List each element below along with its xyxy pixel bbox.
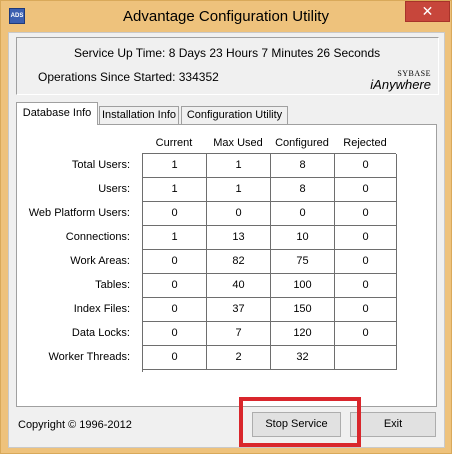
table-cell: 0 (143, 346, 207, 370)
row-label: Data Locks: (71, 327, 130, 339)
table-cell: 0 (143, 202, 207, 226)
table-cell: 0 (335, 202, 397, 226)
sybase-logo: SYBASE iAnywhere (367, 69, 437, 95)
tab-installation-info[interactable]: Installation Info (99, 106, 179, 125)
table-cell: 0 (143, 250, 207, 274)
table-cell: 8 (271, 154, 335, 178)
column-header-rejected: Rejected (343, 137, 387, 149)
column-header-current: Current (155, 137, 193, 149)
table-cell: 0 (335, 298, 397, 322)
table-cell: 0 (335, 250, 397, 274)
table-cell: 1 (207, 178, 271, 202)
exit-button[interactable]: Exit (350, 412, 436, 437)
table-cell: 0 (335, 226, 397, 250)
table-cell: 7 (207, 322, 271, 346)
table-cell: 0 (335, 274, 397, 298)
tab-configuration-utility[interactable]: Configuration Utility (181, 106, 288, 125)
title-bar[interactable]: ADS Advantage Configuration Utility ✕ (1, 1, 451, 31)
table-cell: 150 (271, 298, 335, 322)
row-label: Index Files: (73, 303, 130, 315)
row-label: Web Platform Users: (28, 207, 130, 219)
copyright-text: Copyright © 1996-2012 (18, 419, 132, 431)
table-cell: 1 (143, 178, 207, 202)
database-info-panel: Current Max Used Configured Rejected Tot… (16, 124, 437, 407)
table-cell: 1 (143, 154, 207, 178)
row-label: Work Areas: (70, 255, 130, 267)
row-label: Total Users: (71, 159, 130, 171)
table-cell: 82 (207, 250, 271, 274)
column-header-configured: Configured (275, 137, 329, 149)
table-cell (335, 346, 397, 370)
table-cell: 0 (143, 274, 207, 298)
table-cell: 37 (207, 298, 271, 322)
tab-database-info[interactable]: Database Info (16, 102, 98, 125)
table-cell: 0 (207, 202, 271, 226)
highlight-box (239, 397, 361, 447)
uptime-text: Service Up Time: 8 Days 23 Hours 7 Minut… (74, 46, 381, 60)
table-cell: 75 (271, 250, 335, 274)
stats-grid: 1 1 8 0 1 1 8 0 0 0 0 0 1 13 10 0 0 82 75 0 0 40 100 0 0 37 150 0 0 7… (142, 153, 397, 372)
table-cell: 0 (335, 322, 397, 346)
client-area: Service Up Time: 8 Days 23 Hours 7 Minut… (8, 32, 445, 448)
table-cell: 10 (271, 226, 335, 250)
table-cell: 0 (143, 298, 207, 322)
table-cell: 0 (143, 322, 207, 346)
logo-main-text: iAnywhere (370, 77, 431, 92)
row-label: Users: (98, 183, 130, 195)
table-cell: 1 (207, 154, 271, 178)
table-cell: 40 (207, 274, 271, 298)
table-cell: 2 (207, 346, 271, 370)
table-cell: 8 (271, 178, 335, 202)
column-header-max-used: Max Used (213, 137, 263, 149)
close-button[interactable]: ✕ (405, 1, 450, 22)
row-label: Worker Threads: (48, 351, 130, 363)
close-icon: ✕ (421, 3, 434, 19)
row-label: Tables: (95, 279, 130, 291)
operations-text: Operations Since Started: 334352 (38, 70, 219, 84)
app-window: ADS Advantage Configuration Utility ✕ Se… (0, 0, 452, 454)
table-cell: 0 (271, 202, 335, 226)
window-title: Advantage Configuration Utility (123, 8, 329, 25)
row-label: Connections: (65, 231, 130, 243)
table-cell: 0 (335, 178, 397, 202)
status-panel: Service Up Time: 8 Days 23 Hours 7 Minut… (16, 37, 439, 95)
table-cell: 1 (143, 226, 207, 250)
table-cell: 120 (271, 322, 335, 346)
table-cell: 13 (207, 226, 271, 250)
table-cell: 0 (335, 154, 397, 178)
table-cell: 100 (271, 274, 335, 298)
table-cell: 32 (271, 346, 335, 370)
